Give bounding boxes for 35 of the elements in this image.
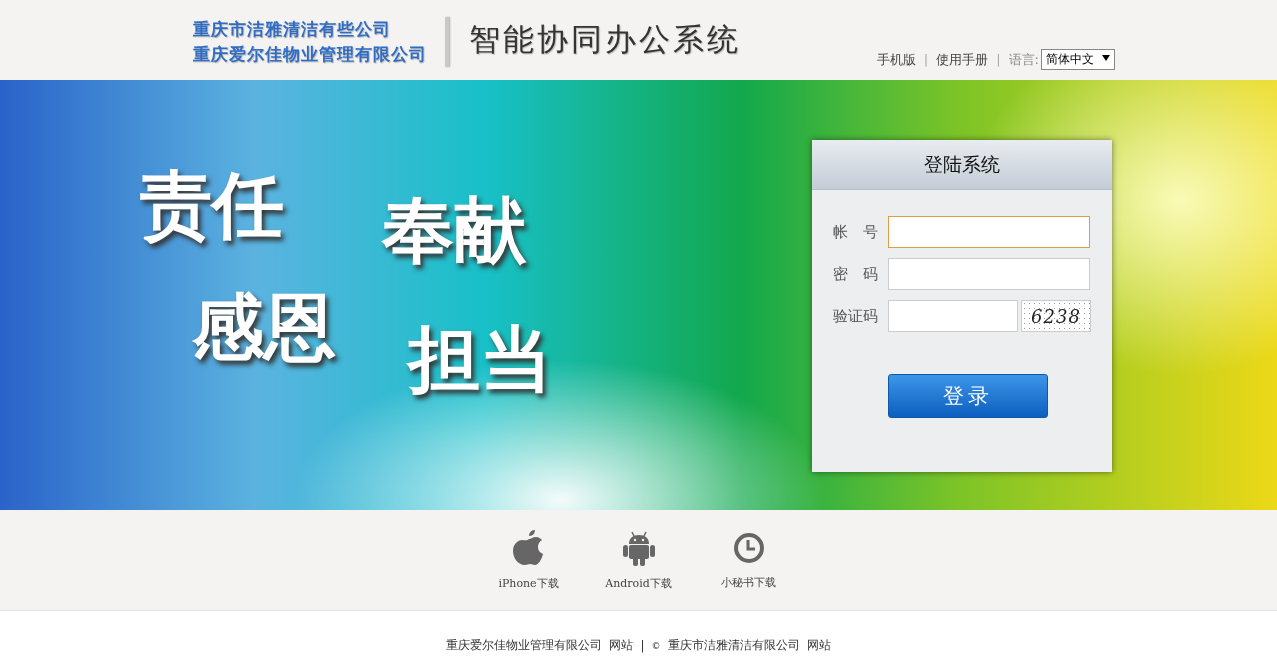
account-field[interactable] [888, 216, 1090, 248]
clock-icon [732, 531, 765, 564]
company-name: 重庆市洁雅清洁有些公司 [193, 18, 392, 41]
download-link[interactable]: Android下载 [583, 510, 694, 590]
slogan-text: 担当 [408, 316, 552, 403]
captcha-image[interactable]: 6238 [1021, 300, 1091, 332]
field-label: 帐 号 [833, 222, 879, 242]
login-title: 登陆系统 [812, 140, 1112, 190]
field-label: 验证码 [833, 306, 879, 326]
android-icon [622, 530, 655, 566]
slogan-text: 责任 [140, 162, 284, 249]
download-link[interactable]: 小秘书下载 [693, 510, 804, 590]
separator-text: | [996, 52, 1001, 67]
login-button[interactable]: 登录 [888, 374, 1048, 418]
download-link[interactable]: iPhone下载 [473, 510, 584, 590]
caret-icon [1102, 55, 1110, 61]
language-select[interactable]: 简体中文 [1041, 49, 1115, 70]
website-link[interactable]: 网站 [806, 637, 831, 654]
company-name: 重庆爱尔佳物业管理有限公司 [446, 637, 603, 654]
mobile-link[interactable]: 手机版 [876, 50, 916, 69]
separator-text: | [923, 52, 929, 67]
manual-link[interactable]: 使用手册 [936, 50, 989, 69]
field-label: 密 码 [833, 264, 879, 284]
language-label: 语言: [1008, 50, 1039, 69]
company-name: 重庆市洁雅清洁有限公司 [667, 637, 800, 654]
company-name: 重庆爱尔佳物业管理有限公司 [193, 43, 427, 66]
separator-text: | [640, 638, 645, 653]
system-title: 智能协同办公系统 [469, 20, 741, 59]
captcha-field[interactable] [888, 300, 1018, 332]
apple-icon [512, 530, 545, 566]
copyright-text: © [651, 640, 661, 651]
password-field[interactable] [888, 258, 1090, 290]
website-link[interactable]: 网站 [609, 637, 634, 654]
slogan-text: 感恩 [192, 284, 336, 371]
slogan-text: 奉献 [382, 187, 526, 274]
